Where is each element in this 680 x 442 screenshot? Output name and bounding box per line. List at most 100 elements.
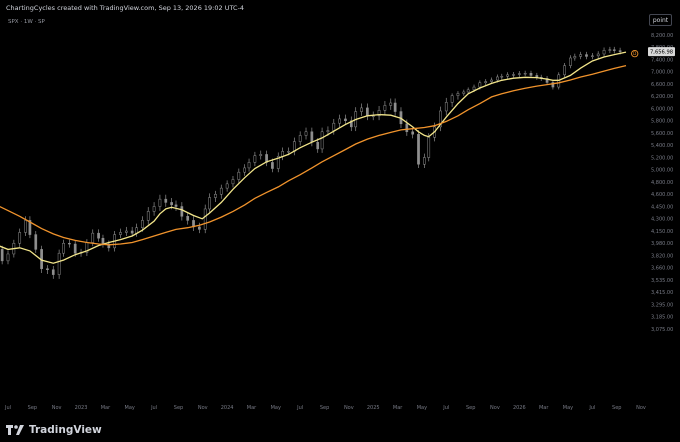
candle-body <box>18 232 22 244</box>
candle-body <box>247 162 251 169</box>
candle-body <box>466 89 470 93</box>
price-tick-label: 3,660.00 <box>651 266 673 272</box>
candle-body <box>569 57 572 66</box>
time-tick-label: Nov <box>490 405 500 411</box>
price-chart[interactable]: 8,200.007,800.007,400.007,000.006,600.00… <box>0 0 680 442</box>
time-tick-label: Sep <box>28 405 37 411</box>
candle-body <box>119 232 122 235</box>
time-tick-label: Sep <box>320 405 329 411</box>
candle-body <box>271 162 274 169</box>
candle-body <box>68 243 71 245</box>
tradingview-logo-icon <box>6 425 24 435</box>
long-moving-average-line <box>0 64 627 246</box>
candle-body <box>225 183 229 189</box>
candle-body <box>472 86 476 91</box>
candle-body <box>141 220 144 228</box>
price-tick-label: 5,400.00 <box>651 143 673 149</box>
candle-body <box>203 208 207 230</box>
candle-body <box>214 194 217 198</box>
candle-body <box>393 102 397 112</box>
price-tick-label: 3,185.00 <box>651 315 673 321</box>
candle-body <box>490 79 493 82</box>
candle-body <box>573 56 577 59</box>
footer <box>0 421 680 442</box>
time-tick-label: 2026 <box>513 405 526 411</box>
candle-body <box>320 131 324 150</box>
time-tick-label: Sep <box>612 405 621 411</box>
price-tick-label: 5,200.00 <box>651 155 673 161</box>
candle-body <box>46 268 49 270</box>
candle-body <box>405 123 409 133</box>
candle-body <box>484 81 488 84</box>
candle-body <box>456 93 460 96</box>
price-axis: 8,200.007,800.007,400.007,000.006,600.00… <box>651 33 673 333</box>
candle-body <box>496 76 499 81</box>
candle-body <box>517 73 521 75</box>
time-tick-label: May <box>563 405 573 411</box>
candle-body <box>326 130 330 133</box>
price-tick-label: 5,000.00 <box>651 168 673 174</box>
candle-body <box>186 216 190 221</box>
candle-body <box>73 243 77 254</box>
time-tick-label: Jul <box>588 405 595 411</box>
time-tick-label: Nov <box>636 405 646 411</box>
price-tick-label: 3,820.00 <box>651 253 673 259</box>
candle-body <box>618 50 622 52</box>
candle-body <box>316 141 320 150</box>
candle-body <box>287 151 290 153</box>
candle-body <box>130 230 134 234</box>
price-tick-label: 4,450.00 <box>651 204 673 210</box>
candle-body <box>152 206 156 212</box>
candle-body <box>0 249 4 262</box>
candle-body <box>478 82 482 88</box>
time-tick-label: Mar <box>247 405 257 411</box>
scale-mode-button[interactable]: point <box>649 14 672 26</box>
time-tick-label: Nov <box>344 405 354 411</box>
candle-body <box>332 122 336 131</box>
candle-body <box>57 252 61 275</box>
price-tick-label: 4,300.00 <box>651 217 673 223</box>
time-tick-label: Mar <box>539 405 549 411</box>
price-tick-label: 3,075.00 <box>651 327 673 333</box>
candle-body <box>563 65 566 76</box>
price-tick-label: 4,800.00 <box>651 180 673 186</box>
candle-body <box>506 74 509 77</box>
last-price-label: 7,656.98 <box>650 49 673 55</box>
candle-body <box>585 54 588 57</box>
candle-body <box>208 197 211 210</box>
price-tick-label: 4,150.00 <box>651 229 673 235</box>
time-tick-label: Nov <box>52 405 62 411</box>
time-tick-label: Jul <box>442 405 449 411</box>
candle-body <box>310 131 314 143</box>
candle-body <box>231 179 235 185</box>
price-tick-label: 6,600.00 <box>651 82 673 88</box>
time-tick-label: Mar <box>393 405 403 411</box>
candle-body <box>462 91 466 94</box>
candle-body <box>371 115 375 117</box>
brand[interactable]: TradingView <box>6 424 102 436</box>
candle-body <box>237 171 241 180</box>
time-tick-label: Sep <box>466 405 475 411</box>
price-tick-label: 3,980.00 <box>651 241 673 247</box>
time-tick-label: 2024 <box>221 405 234 411</box>
candle-body <box>51 269 55 275</box>
candle-body <box>253 155 257 163</box>
candle-body <box>91 232 95 243</box>
candle-body <box>101 237 105 245</box>
candle-body <box>608 49 612 51</box>
candle-body <box>164 198 168 203</box>
price-tags: 7,656.98 D <box>631 47 675 58</box>
time-tick-label: Sep <box>174 405 183 411</box>
candle-body <box>612 49 616 51</box>
time-tick-label: May <box>417 405 427 411</box>
candle-body <box>523 73 527 75</box>
candle-body <box>174 204 178 207</box>
candle-body <box>591 55 594 57</box>
price-tick-label: 8,200.00 <box>651 33 673 39</box>
brand-name: TradingView <box>29 424 102 436</box>
candle-body <box>383 105 387 111</box>
candle-body <box>602 50 606 55</box>
time-tick-label: Jul <box>296 405 303 411</box>
candle-body <box>24 220 27 233</box>
marker-label: D <box>633 51 636 56</box>
